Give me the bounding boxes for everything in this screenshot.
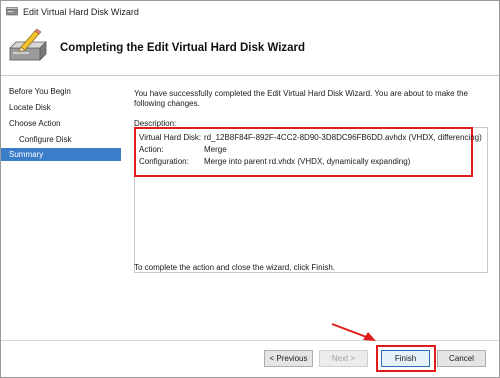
wizard-window: Edit Virtual Hard Disk Wizard Completing… (0, 0, 500, 378)
nav-item-before-you-begin[interactable]: Before You Begin (1, 85, 121, 98)
window-title: Edit Virtual Hard Disk Wizard (23, 7, 139, 17)
footer-divider (1, 340, 499, 341)
nav-item-locate-disk[interactable]: Locate Disk (1, 101, 121, 114)
nav-item-summary[interactable]: Summary (1, 148, 121, 161)
cancel-button[interactable]: Cancel (437, 350, 486, 367)
summary-key: Action: (139, 145, 164, 154)
nav-item-configure-disk[interactable]: Configure Disk (1, 133, 121, 146)
summary-key: Virtual Hard Disk: (139, 133, 202, 142)
previous-button[interactable]: < Previous (264, 350, 313, 367)
next-button[interactable]: Next > (319, 350, 368, 367)
completion-message: You have successfully completed the Edit… (134, 89, 468, 108)
page-heading: Completing the Edit Virtual Hard Disk Wi… (60, 42, 306, 54)
finish-highlight (376, 345, 436, 372)
wizard-header: Completing the Edit Virtual Hard Disk Wi… (1, 23, 499, 75)
summary-content: You have successfully completed the Edit… (121, 76, 499, 340)
finish-instruction: To complete the action and close the wiz… (134, 263, 335, 272)
title-bar: Edit Virtual Hard Disk Wizard (1, 1, 499, 23)
wizard-steps-nav: Before You Begin Locate Disk Choose Acti… (1, 76, 121, 340)
summary-value: rd_12B8F84F-892F-4CC2-8D90-3D8DC96FB6DD.… (204, 133, 482, 142)
nav-item-choose-action[interactable]: Choose Action (1, 117, 121, 130)
virtual-disk-icon (6, 7, 18, 16)
summary-value: Merge (204, 145, 227, 154)
summary-key: Configuration: (139, 157, 189, 166)
summary-value: Merge into parent rd.vhdx (VHDX, dynamic… (204, 157, 411, 166)
disk-pencil-icon (9, 28, 47, 61)
